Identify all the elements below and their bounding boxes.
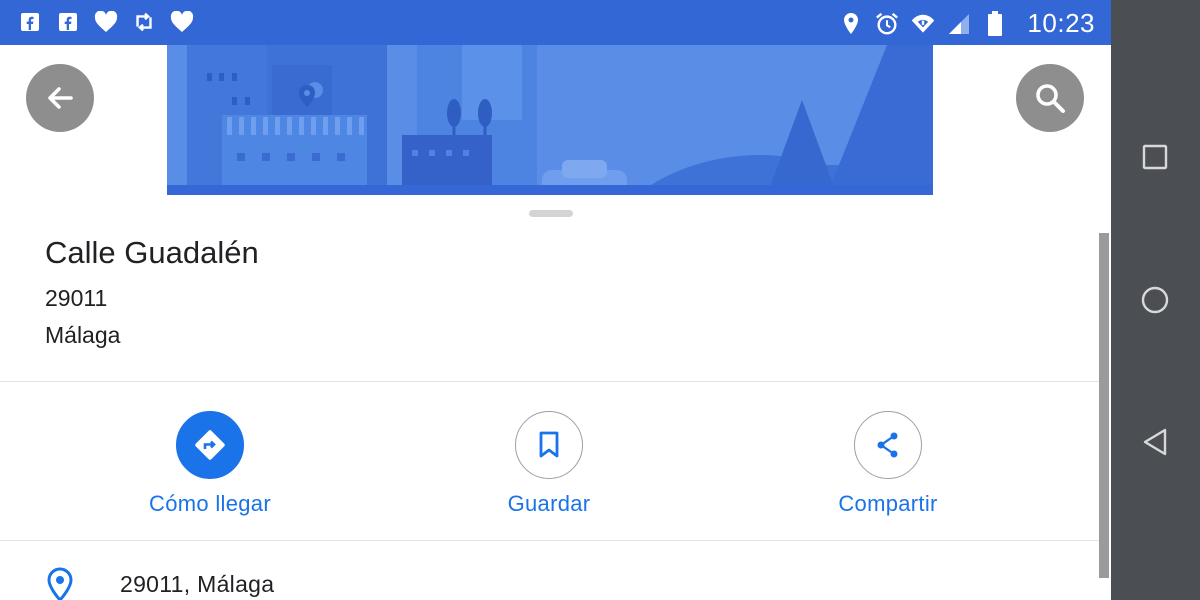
address-row[interactable]: 29011, Málaga	[0, 561, 1099, 600]
divider	[0, 381, 1099, 382]
recents-icon	[1142, 144, 1168, 170]
signal-icon	[947, 12, 971, 36]
share-circle	[854, 411, 922, 479]
save-button[interactable]: Guardar	[419, 411, 679, 517]
status-bar: 10:23	[0, 0, 1111, 45]
location-icon	[839, 12, 863, 36]
home-button[interactable]	[1135, 280, 1175, 320]
clock: 10:23	[1027, 8, 1095, 38]
back-icon	[1143, 428, 1167, 456]
place-sheet: Calle Guadalén 29011 Málaga Cómo llegar …	[0, 45, 1111, 600]
drag-handle[interactable]	[529, 210, 573, 217]
save-circle	[515, 411, 583, 479]
bookmark-icon	[539, 431, 559, 458]
directions-label: Cómo llegar	[149, 491, 271, 516]
alarm-icon	[875, 12, 899, 36]
directions-circle	[176, 411, 244, 479]
system-icons: 10:23	[839, 8, 1095, 39]
search-button[interactable]	[1016, 64, 1084, 132]
place-title: Calle Guadalén	[45, 235, 259, 270]
battery-icon	[983, 10, 1007, 36]
heart-icon	[94, 10, 118, 34]
postal-code: 29011	[45, 285, 108, 311]
save-label: Guardar	[507, 491, 591, 516]
share-button[interactable]: Compartir	[758, 411, 1018, 517]
heart-icon	[170, 10, 194, 34]
back-button[interactable]	[26, 64, 94, 132]
arrow-back-icon	[48, 87, 73, 109]
wifi-icon	[911, 12, 935, 36]
search-icon	[1036, 84, 1065, 113]
system-back-button[interactable]	[1135, 422, 1175, 462]
home-icon	[1141, 286, 1169, 314]
share-label: Compartir	[838, 491, 938, 516]
divider	[0, 540, 1099, 541]
facebook-icon	[18, 10, 42, 34]
recents-button[interactable]	[1135, 137, 1175, 177]
retweet-icon	[132, 10, 156, 34]
facebook-icon	[56, 10, 80, 34]
navigation-bar	[1111, 0, 1200, 600]
directions-icon	[195, 430, 225, 460]
location-pin-icon	[47, 567, 73, 600]
directions-button[interactable]: Cómo llegar	[80, 411, 340, 517]
share-icon	[877, 432, 898, 458]
scrollbar[interactable]	[1099, 233, 1109, 578]
address-text: 29011, Málaga	[120, 571, 275, 597]
place-illustration	[167, 45, 933, 195]
city: Málaga	[45, 322, 121, 348]
notification-icons	[18, 10, 194, 34]
